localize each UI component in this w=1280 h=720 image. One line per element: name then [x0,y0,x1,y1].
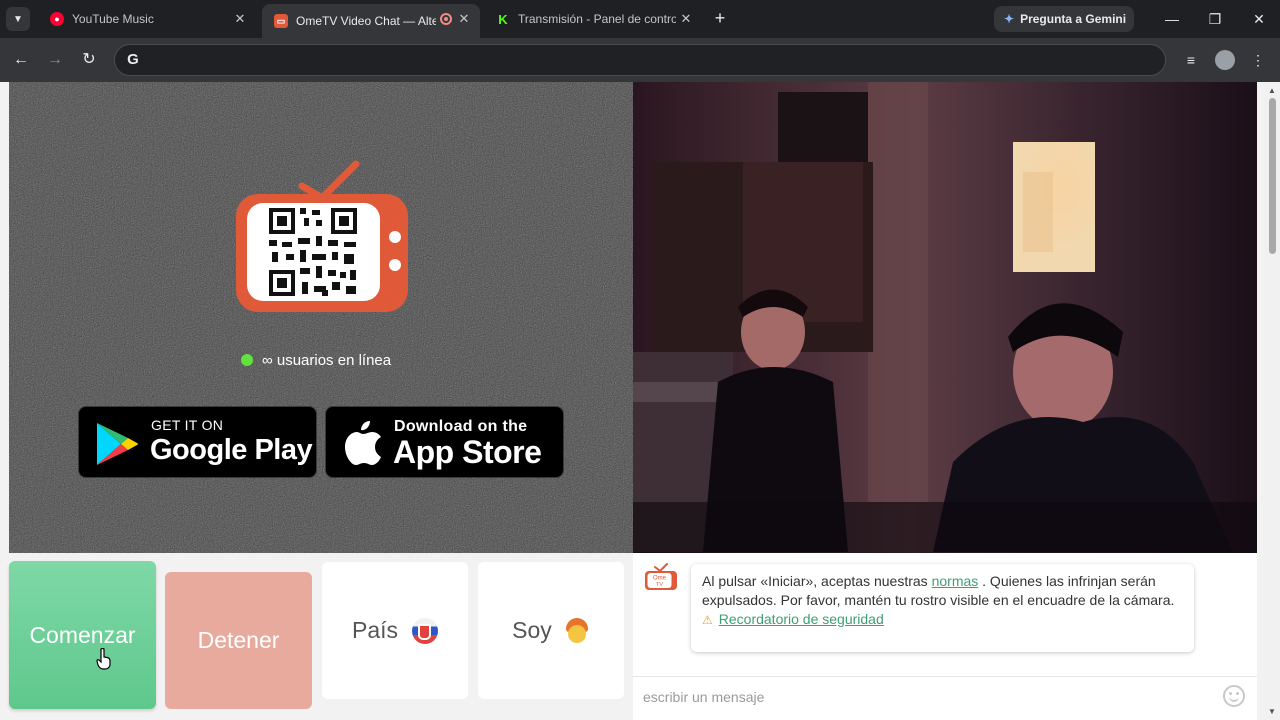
browser-tab-strip: ▼ ● YouTube Music ✕ ▭ OmeTV Video Chat —… [0,0,1280,38]
reload-button[interactable]: ↻ [77,48,101,72]
tv-static-texture [9,82,633,553]
address-bar[interactable]: G [114,44,1166,76]
static-panel: ∞ usuarios en línea GET IT ON Google Pla… [9,82,633,553]
new-tab-button[interactable]: + [710,8,730,28]
slovakia-flag-icon [412,617,439,644]
webcam-video [633,82,1257,553]
app-store-button[interactable]: Download on the App Store [325,406,564,478]
gemini-button[interactable]: ✦ Pregunta a Gemini [994,6,1134,32]
minimize-button[interactable]: — [1160,8,1184,30]
gender-select-button[interactable]: Soy [478,562,624,699]
tab-search-button[interactable]: ▼ [6,7,30,31]
webcam-feed-image [633,82,1257,553]
close-window-button[interactable]: ✕ [1247,8,1271,30]
ometv-icon: ▭ [274,14,288,28]
tab-youtube-music[interactable]: ● YouTube Music ✕ [38,4,256,34]
google-play-icon [97,423,138,465]
scroll-thumb[interactable] [1269,98,1276,254]
kick-icon: K [496,12,510,27]
message-composer [633,676,1257,718]
start-button[interactable]: Comenzar [9,561,156,709]
svg-text:Ome: Ome [653,576,667,582]
apple-icon [345,421,381,465]
boy-emoji-icon [564,617,590,644]
country-filter-button[interactable]: País [322,562,468,699]
warning-icon: ⚠ [702,613,713,627]
rules-link[interactable]: normas [932,573,979,589]
stop-button[interactable]: Detener [165,572,312,709]
rules-notice: Al pulsar «Iniciar», aceptas nuestras no… [691,564,1194,652]
browser-toolbar: ← → ↻ G ≡ ⋮ [0,38,1280,82]
youtube-music-icon: ● [50,12,64,26]
online-status-dot [241,354,253,366]
message-input[interactable] [643,685,1203,709]
media-control-icon[interactable]: ≡ [1180,49,1202,71]
google-icon: G [127,51,139,68]
online-users-indicator: ∞ usuarios en línea [241,350,391,370]
profile-avatar[interactable] [1215,50,1235,70]
tab-kick-dashboard[interactable]: K Transmisión - Panel de control ✕ [484,4,702,34]
scroll-up-icon[interactable]: ▲ [1268,86,1276,95]
google-play-button[interactable]: GET IT ON Google Play [78,406,317,478]
tab-ometv[interactable]: ▭ OmeTV Video Chat — Alter ✕ [262,4,480,38]
forward-button[interactable]: → [43,48,67,72]
recording-icon [440,13,452,25]
page-scrollbar[interactable]: ▲ ▼ [1265,82,1280,720]
gemini-sparkle-icon: ✦ [1004,12,1015,26]
address-input[interactable] [149,49,1149,71]
ometv-qr-logo [236,160,408,312]
hand-cursor-icon [96,648,111,670]
emoji-icon[interactable] [1223,685,1245,707]
close-tab-icon[interactable]: ✕ [678,11,694,27]
close-tab-icon[interactable]: ✕ [456,11,472,27]
menu-icon[interactable]: ⋮ [1247,49,1269,71]
close-tab-icon[interactable]: ✕ [232,11,248,27]
ometv-page: ∞ usuarios en línea GET IT ON Google Pla… [0,82,1280,720]
svg-text:TV: TV [656,582,663,588]
chat-panel: Ome TV Al pulsar «Iniciar», aceptas nues… [633,553,1257,720]
back-button[interactable]: ← [9,48,33,72]
restore-button[interactable]: ❐ [1203,8,1227,30]
safety-reminder-link[interactable]: Recordatorio de seguridad [719,611,884,627]
ometv-chat-logo: Ome TV [645,563,677,590]
scroll-down-icon[interactable]: ▼ [1268,707,1276,716]
